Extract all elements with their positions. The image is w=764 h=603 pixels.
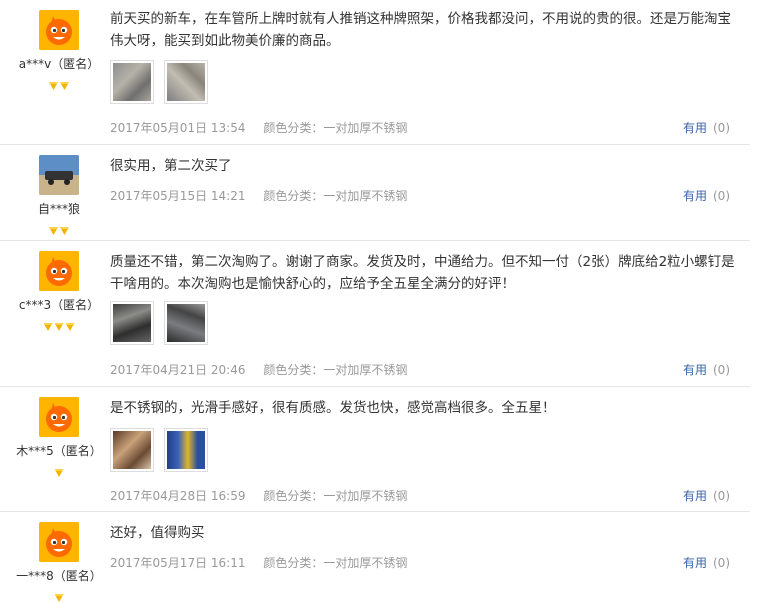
diamond-icon <box>60 227 69 235</box>
review-image-thumb[interactable] <box>110 428 154 472</box>
useful-count: (0) <box>713 363 730 377</box>
useful-label[interactable]: 有用 <box>683 556 707 570</box>
review-image-thumb[interactable] <box>110 60 154 104</box>
car-photo-icon <box>39 155 79 195</box>
taobao-doll-icon <box>39 251 79 291</box>
avatar[interactable] <box>39 10 79 50</box>
level-badges <box>0 220 118 235</box>
review-date: 2017年04月21日 20:46 <box>110 363 246 377</box>
reviewer-nick[interactable]: 一***8（匿名） <box>0 567 118 584</box>
review-image-thumb[interactable] <box>164 60 208 104</box>
useful-count: (0) <box>713 189 730 203</box>
reviewer-nick[interactable]: 木***5（匿名） <box>0 442 118 459</box>
review-date: 2017年05月01日 13:54 <box>110 121 246 135</box>
avatar[interactable] <box>39 155 79 195</box>
useful-button[interactable]: 有用 (0) <box>683 361 730 378</box>
review-item: 自***狼 很实用，第二次买了 2017年05月15日 14:21 颜色分类：一… <box>0 145 750 241</box>
useful-button[interactable]: 有用 (0) <box>683 187 730 204</box>
review-sku: 颜色分类：一对加厚不锈钢 <box>263 121 408 135</box>
review-image-thumb[interactable] <box>164 428 208 472</box>
review-image-thumb[interactable] <box>164 301 208 345</box>
taobao-doll-icon <box>39 522 79 562</box>
review-text: 很实用，第二次买了 <box>110 158 232 174</box>
reviewer-nick[interactable]: a***v（匿名） <box>0 55 118 72</box>
review-sku: 颜色分类：一对加厚不锈钢 <box>263 489 408 503</box>
reviewer: c***3（匿名） <box>0 251 118 331</box>
review-meta: 2017年05月15日 14:21 颜色分类：一对加厚不锈钢 <box>110 187 407 204</box>
review-item: 一***8（匿名） 还好，值得购买 2017年05月17日 16:11 颜色分类… <box>0 512 750 603</box>
diamond-icon <box>54 469 64 477</box>
reviewer-nick[interactable]: 自***狼 <box>0 200 118 217</box>
useful-label[interactable]: 有用 <box>683 363 707 377</box>
review-image-thumb[interactable] <box>110 301 154 345</box>
review-sku: 颜色分类：一对加厚不锈钢 <box>263 363 408 377</box>
useful-button[interactable]: 有用 (0) <box>683 487 730 504</box>
reviewer: a***v（匿名） <box>0 10 118 90</box>
avatar[interactable] <box>39 251 79 291</box>
useful-count: (0) <box>713 121 730 135</box>
review-text: 前天买的新车，在车管所上牌时就有人推销这种牌照架，价格我都没问，不用说的贵的很。… <box>110 11 731 49</box>
review-sku: 颜色分类：一对加厚不锈钢 <box>263 189 408 203</box>
review-meta: 2017年05月01日 13:54 颜色分类：一对加厚不锈钢 <box>110 119 407 136</box>
review-text: 还好，值得购买 <box>110 525 205 541</box>
useful-button[interactable]: 有用 (0) <box>683 119 730 136</box>
review-item: c***3（匿名） 质量还不错，第二次淘购了。谢谢了商家。发货及时，中通给力。但… <box>0 241 750 387</box>
review-date: 2017年04月28日 16:59 <box>110 489 246 503</box>
review-sku: 颜色分类：一对加厚不锈钢 <box>263 556 408 570</box>
reviewer: 一***8（匿名） <box>0 522 118 602</box>
review-date: 2017年05月17日 16:11 <box>110 556 246 570</box>
review-images <box>110 301 208 345</box>
review-item: a***v（匿名） 前天买的新车，在车管所上牌时就有人推销这种牌照架，价格我都没… <box>0 0 750 145</box>
review-item: 木***5（匿名） 是不锈钢的，光滑手感好，很有质感。发货也快，感觉高档很多。全… <box>0 387 750 512</box>
useful-label[interactable]: 有用 <box>683 189 707 203</box>
review-meta: 2017年04月21日 20:46 颜色分类：一对加厚不锈钢 <box>110 361 407 378</box>
taobao-doll-icon <box>39 10 79 50</box>
useful-button[interactable]: 有用 (0) <box>683 554 730 571</box>
useful-label[interactable]: 有用 <box>683 489 707 503</box>
review-meta: 2017年04月28日 16:59 颜色分类：一对加厚不锈钢 <box>110 487 407 504</box>
useful-count: (0) <box>713 489 730 503</box>
review-images <box>110 60 208 104</box>
reviewer: 木***5（匿名） <box>0 397 118 477</box>
review-text: 是不锈钢的，光滑手感好，很有质感。发货也快，感觉高档很多。全五星！ <box>110 400 556 416</box>
diamond-icon <box>65 323 75 331</box>
avatar[interactable] <box>39 397 79 437</box>
useful-count: (0) <box>713 556 730 570</box>
diamond-icon <box>54 323 64 331</box>
level-badges <box>0 462 118 477</box>
diamond-icon <box>43 323 53 331</box>
diamond-icon <box>54 594 64 602</box>
diamond-icon <box>49 227 58 235</box>
review-images <box>110 428 208 472</box>
level-badges <box>0 587 118 602</box>
reviewer-nick[interactable]: c***3（匿名） <box>0 296 118 313</box>
level-badges <box>0 75 118 90</box>
taobao-doll-icon <box>39 397 79 437</box>
review-date: 2017年05月15日 14:21 <box>110 189 246 203</box>
diamond-icon <box>49 82 58 90</box>
diamond-icon <box>60 82 69 90</box>
level-badges <box>0 316 118 331</box>
review-text: 质量还不错，第二次淘购了。谢谢了商家。发货及时，中通给力。但不知一付（2张）牌底… <box>110 254 735 292</box>
review-meta: 2017年05月17日 16:11 颜色分类：一对加厚不锈钢 <box>110 554 407 571</box>
avatar[interactable] <box>39 522 79 562</box>
reviewer: 自***狼 <box>0 155 118 235</box>
useful-label[interactable]: 有用 <box>683 121 707 135</box>
